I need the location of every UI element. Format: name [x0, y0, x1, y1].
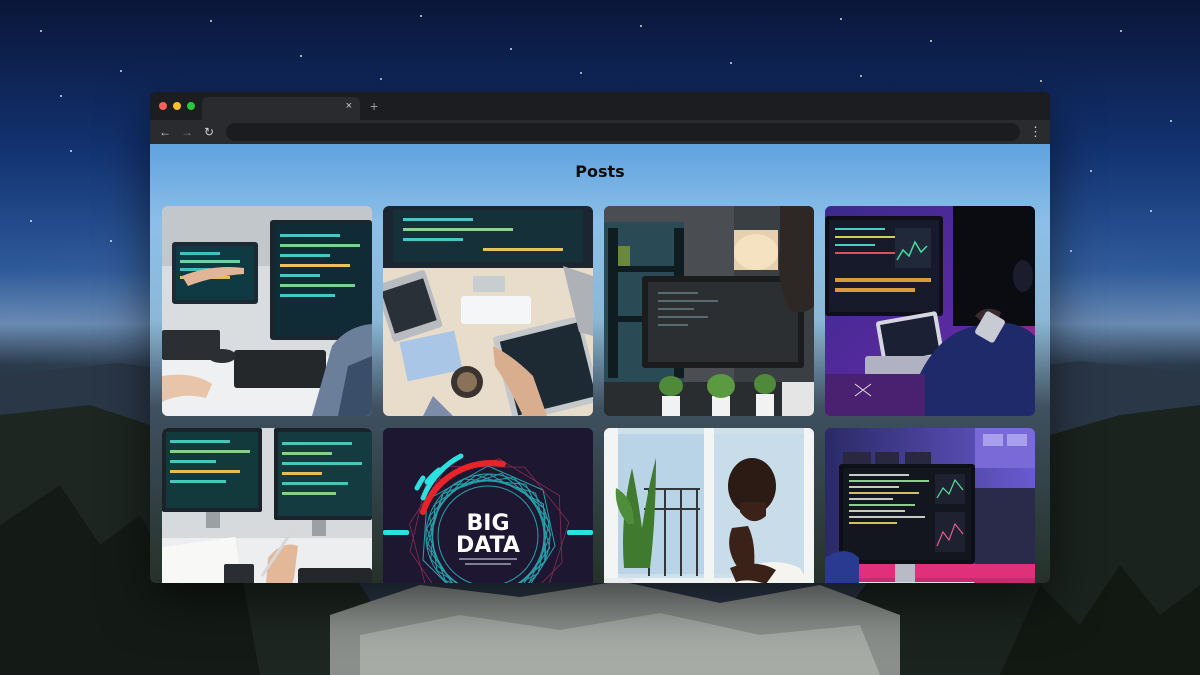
post-card[interactable] — [604, 206, 814, 416]
post-image — [825, 428, 1035, 583]
tab-bar: × + — [150, 92, 1050, 120]
post-card[interactable] — [162, 206, 372, 416]
post-image — [825, 206, 1035, 416]
post-image — [162, 428, 372, 583]
back-arrow-icon[interactable]: ← — [154, 121, 176, 143]
post-card[interactable] — [825, 428, 1035, 583]
post-image — [162, 206, 372, 416]
kebab-menu-icon[interactable]: ⋮ — [1029, 122, 1042, 142]
close-icon[interactable]: × — [346, 100, 352, 112]
web-page: Posts BIG DATA — [150, 144, 1050, 583]
big-data-title-line2: DATA — [456, 533, 520, 558]
reload-icon[interactable]: ↻ — [198, 121, 220, 143]
browser-window: × + ← → ↻ ⋮ Posts BIG DATA — [150, 92, 1050, 583]
post-image: BIG DATA — [383, 428, 593, 583]
plus-icon[interactable]: + — [370, 98, 378, 114]
close-window-button[interactable] — [159, 102, 167, 110]
posts-grid: BIG DATA — [162, 206, 1035, 583]
post-image — [383, 206, 593, 416]
post-image — [604, 428, 814, 583]
address-bar[interactable] — [226, 123, 1020, 141]
post-card[interactable] — [383, 206, 593, 416]
forward-arrow-icon[interactable]: → — [176, 121, 198, 143]
active-tab[interactable]: × — [202, 97, 360, 120]
window-controls — [159, 102, 195, 110]
minimize-window-button[interactable] — [173, 102, 181, 110]
page-title: Posts — [575, 162, 625, 181]
post-card[interactable] — [162, 428, 372, 583]
post-card[interactable]: BIG DATA — [383, 428, 593, 583]
browser-toolbar: ← → ↻ ⋮ — [150, 120, 1050, 144]
post-card[interactable] — [825, 206, 1035, 416]
post-image — [604, 206, 814, 416]
post-card[interactable] — [604, 428, 814, 583]
maximize-window-button[interactable] — [187, 102, 195, 110]
